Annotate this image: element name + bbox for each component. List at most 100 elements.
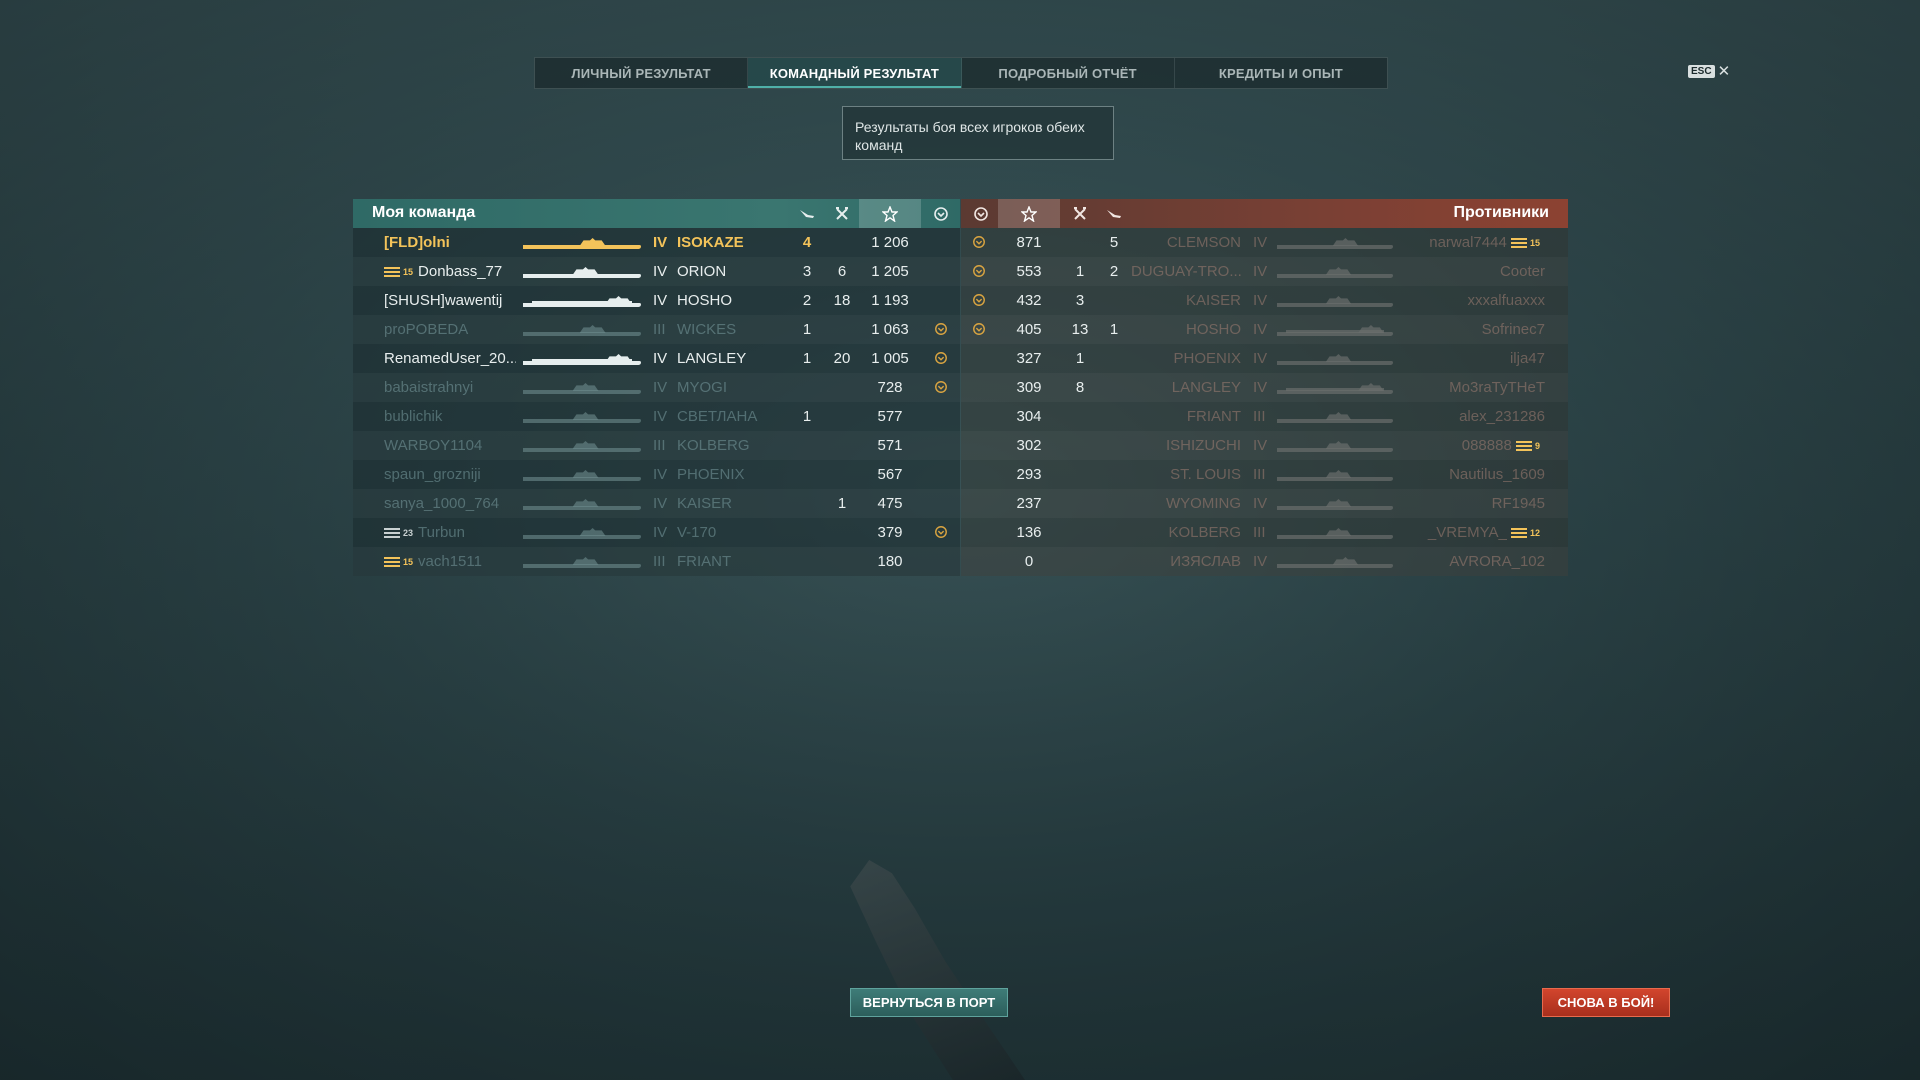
- tab-detailed-report[interactable]: ПОДРОБНЫЙ ОТЧЁТ: [962, 58, 1175, 88]
- rank-insignia-icon: [1515, 441, 1532, 452]
- ship-silhouette-icon: [1277, 440, 1393, 452]
- ship-silhouette-icon: [1277, 295, 1393, 307]
- ship-name: FRIANT: [677, 553, 732, 570]
- plane-kills-value: [1098, 460, 1130, 489]
- plane-kills-value: 3: [802, 263, 812, 280]
- player-name: babaistrahnyi: [384, 379, 474, 396]
- base-xp-value: 302: [1016, 437, 1042, 454]
- enemy-team-row[interactable]: 871 5 CLEMSON IV narwal7444 15: [961, 228, 1568, 257]
- base-xp-value: 1 005: [871, 350, 909, 367]
- my-team-row[interactable]: [FLD]olni IV ISOKAZE 4 1 206: [353, 228, 960, 257]
- tab-personal-result[interactable]: ЛИЧНЫЙ РЕЗУЛЬТАТ: [535, 58, 749, 88]
- ship-silhouette-icon: [523, 411, 641, 423]
- ship-kills-value: 8: [1075, 379, 1085, 396]
- enemy-team-rows: 871 5 CLEMSON IV narwal7444 15 553 1 2 DUGUAY-TR…: [961, 228, 1568, 576]
- my-team-row[interactable]: RenamedUser_20... IV LANGLEY 1 20 1 005: [353, 344, 960, 373]
- ship-silhouette-icon: [1277, 353, 1393, 365]
- ship-name: ORION: [677, 263, 727, 280]
- close-button[interactable]: ESC ✕: [1688, 62, 1730, 80]
- battle-again-button[interactable]: СНОВА В БОЙ!: [1542, 988, 1670, 1017]
- my-team-row[interactable]: proPOBEDA III WICKES 1 1 063: [353, 315, 960, 344]
- enemy-team-row[interactable]: 309 8 LANGLEY IV Mo3raTyTHeT: [961, 373, 1568, 402]
- ship-name: KAISER: [1185, 292, 1241, 309]
- plane-kills-value: [1098, 344, 1130, 373]
- ship-kills-value: [1064, 228, 1096, 257]
- base-xp-value: 293: [1016, 466, 1042, 483]
- enemy-team-row[interactable]: 237 WYOMING IV RF1945: [961, 489, 1568, 518]
- ship-tier: III: [653, 437, 666, 454]
- achievement-medal-icon: [972, 322, 986, 336]
- enemy-team-row[interactable]: 432 3 KAISER IV xxxalfuaxxx: [961, 286, 1568, 315]
- base-xp-value: 871: [1016, 234, 1042, 251]
- my-team-row[interactable]: 15 Donbass_77 IV ORION 3 6 1 205: [353, 257, 960, 286]
- ship-tier: IV: [1253, 379, 1268, 396]
- ship-name: V-170: [677, 524, 717, 541]
- ship-silhouette-icon: [523, 469, 641, 481]
- ship-name: DUGUAY-TRO...: [1131, 263, 1241, 280]
- my-team-row[interactable]: 15 vach1511 III FRIANT 180: [353, 547, 960, 576]
- base-xp-value: 432: [1016, 292, 1042, 309]
- enemy-team-row[interactable]: 136 KOLBERG III _VREMYA_ 12: [961, 518, 1568, 547]
- ship-kills-value: 6: [837, 263, 847, 280]
- ship-silhouette-icon: [1277, 527, 1393, 539]
- player-name: RenamedUser_20...: [384, 350, 516, 367]
- ship-kills-value: [826, 373, 858, 402]
- ship-tier: IV: [1253, 437, 1268, 454]
- base-xp-star-icon: [998, 199, 1060, 228]
- ship-silhouette-icon: [523, 266, 641, 278]
- enemy-team-title: Противники: [1453, 204, 1550, 221]
- ship-name: ISHIZUCHI: [1166, 437, 1241, 454]
- base-xp-value: 0: [1024, 553, 1034, 570]
- ship-tier: IV: [653, 292, 668, 309]
- enemy-team-row[interactable]: 304 FRIANT III alex_231286: [961, 402, 1568, 431]
- background-sea: [0, 0, 1920, 1080]
- enemy-team-row[interactable]: 293 ST. LOUIS III Nautilus_1609: [961, 460, 1568, 489]
- base-xp-value: 180: [877, 553, 903, 570]
- player-name: bublichik: [384, 408, 443, 425]
- ship-name: MYOGI: [677, 379, 728, 396]
- ship-tier: III: [653, 321, 666, 338]
- enemy-team-row[interactable]: 302 ISHIZUCHI IV 088888 9: [961, 431, 1568, 460]
- enemy-team-row[interactable]: 327 1 PHOENIX IV ilja47: [961, 344, 1568, 373]
- enemy-team-row[interactable]: 405 13 1 HOSHO IV Sofrinec7: [961, 315, 1568, 344]
- ship-silhouette-icon: [1277, 237, 1393, 249]
- enemy-team-row[interactable]: 0 ИЗЯСЛАВ IV AVRORA_102: [961, 547, 1568, 576]
- tab-credits-and-xp[interactable]: КРЕДИТЫ И ОПЫТ: [1175, 58, 1387, 88]
- rank-number: 15: [403, 556, 414, 567]
- ship-silhouette-icon: [1277, 498, 1393, 510]
- return-to-port-button[interactable]: ВЕРНУТЬСЯ В ПОРТ: [850, 988, 1008, 1017]
- ship-name: WYOMING: [1166, 495, 1241, 512]
- ship-tier: IV: [1253, 234, 1268, 251]
- my-team-row[interactable]: babaistrahnyi IV MYOGI 728: [353, 373, 960, 402]
- plane-kills-value: [1098, 489, 1130, 518]
- plane-kills-icon: [1098, 199, 1130, 228]
- ship-silhouette-icon: [523, 498, 641, 510]
- ship-silhouette-icon: [1277, 556, 1393, 568]
- tab-tooltip: Результаты боя всех игроков обеих команд: [842, 106, 1114, 160]
- enemy-team-row[interactable]: 553 1 2 DUGUAY-TRO... IV Cooter: [961, 257, 1568, 286]
- my-team-row[interactable]: [SHUSH]wawentij IV HOSHO 2 18 1 193: [353, 286, 960, 315]
- player-name: ilja47: [1509, 350, 1545, 367]
- tab-team-result[interactable]: КОМАНДНЫЙ РЕЗУЛЬТАТ: [748, 58, 962, 88]
- ship-tier: III: [1253, 408, 1266, 425]
- rank-insignia-icon: [1510, 238, 1527, 249]
- ship-kills-value: [826, 431, 858, 460]
- my-team-row[interactable]: sanya_1000_764 IV KAISER 1 475: [353, 489, 960, 518]
- ship-kills-value: 1: [837, 495, 847, 512]
- my-team-row[interactable]: bublichik IV СВЕТЛАНА 1 577: [353, 402, 960, 431]
- achievement-medal-icon: [972, 293, 986, 307]
- my-team-row[interactable]: spaun_grozniji IV PHOENIX 567: [353, 460, 960, 489]
- ship-tier: IV: [1253, 553, 1268, 570]
- plane-kills-value: 2: [802, 292, 812, 309]
- ship-kills-value: [1064, 547, 1096, 576]
- rank-insignia-icon: [384, 267, 400, 278]
- ship-silhouette-icon: [523, 295, 641, 307]
- ship-kills-value: [1064, 460, 1096, 489]
- base-xp-value: 1 206: [871, 234, 909, 251]
- ship-tier: IV: [653, 466, 668, 483]
- my-team-row[interactable]: 23 Turbun IV V-170 379: [353, 518, 960, 547]
- my-team-row[interactable]: WARBOY1104 III KOLBERG 571: [353, 431, 960, 460]
- ship-kills-value: [1064, 431, 1096, 460]
- ship-name: LANGLEY: [677, 350, 747, 367]
- ship-tier: IV: [1253, 350, 1268, 367]
